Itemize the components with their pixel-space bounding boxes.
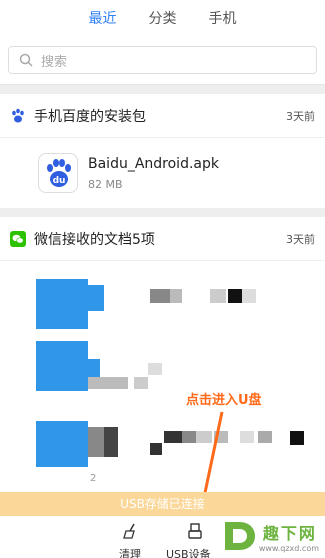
- doc-blur: [210, 289, 226, 303]
- baidu-app-icon: du: [38, 153, 78, 193]
- doc-blur: [228, 289, 242, 303]
- doc-item[interactable]: [0, 267, 325, 337]
- tab-category[interactable]: 分类: [133, 0, 193, 38]
- doc-blur: [242, 289, 256, 303]
- doc-blur: [148, 363, 162, 375]
- doc-item[interactable]: [0, 337, 325, 407]
- usb-status-bar[interactable]: USB存储已连接: [0, 492, 325, 516]
- search-area: 搜索: [0, 38, 325, 85]
- doc-thumbnail-part: [88, 359, 100, 377]
- search-icon: [19, 53, 33, 67]
- annotation-label: 点击进入U盘: [186, 393, 262, 408]
- watermark-logo-icon: [224, 522, 255, 550]
- tab-bar: 最近 分类 手机: [0, 0, 325, 38]
- watermark: 趣下网 www.qzxd.com: [219, 516, 319, 556]
- section-title: 手机百度的安装包: [34, 108, 146, 125]
- section-time: 3天前: [286, 109, 315, 123]
- section-baidu: 手机百度的安装包 3天前 du Baidu_Android.apk 82 MB: [0, 94, 325, 208]
- usb-device-button[interactable]: USB设备: [166, 546, 211, 558]
- file-name: Baidu_Android.apk: [88, 155, 219, 172]
- section-header[interactable]: 微信接收的文档5项 3天前: [0, 217, 325, 261]
- doc-thumbnail-part: [88, 285, 104, 311]
- watermark-brand: 趣下网: [262, 523, 317, 543]
- bottom-bar: 清理 USB设备 趣下网 www.qzxd.com: [0, 516, 325, 558]
- wechat-icon: [10, 230, 26, 247]
- tab-recent[interactable]: 最近: [73, 0, 133, 38]
- doc-blur: [88, 427, 104, 457]
- section-header[interactable]: 手机百度的安装包 3天前: [0, 94, 325, 138]
- doc-blur: [290, 431, 304, 445]
- section-time: 3天前: [286, 232, 315, 246]
- clean-button[interactable]: 清理: [119, 546, 141, 558]
- doc-blur: [258, 431, 272, 443]
- broom-icon: [123, 523, 135, 539]
- file-size: 82 MB: [88, 177, 123, 191]
- doc-blur: [170, 289, 182, 303]
- section-title: 微信接收的文档5项: [34, 231, 155, 248]
- usb-icon: [188, 523, 202, 539]
- search-input[interactable]: 搜索: [8, 46, 317, 74]
- doc-blur: [88, 377, 128, 389]
- baidu-paw-icon: [10, 108, 26, 124]
- file-item[interactable]: du Baidu_Android.apk 82 MB: [0, 138, 325, 208]
- doc-thumbnail: [36, 341, 88, 391]
- watermark-url: www.qzxd.com: [258, 543, 319, 553]
- doc-blur: [150, 289, 170, 303]
- tab-phone[interactable]: 手机: [193, 0, 253, 38]
- doc-blur: [240, 431, 254, 443]
- search-placeholder: 搜索: [41, 54, 68, 70]
- doc-meta: 2: [90, 473, 97, 484]
- doc-blur: [134, 377, 148, 389]
- doc-item[interactable]: 2: [0, 407, 325, 487]
- doc-thumbnail: [36, 421, 88, 467]
- doc-blur: [104, 427, 118, 457]
- baidu-icon-text: du: [53, 176, 66, 186]
- doc-thumbnail: [36, 279, 88, 329]
- doc-blur: [150, 443, 162, 455]
